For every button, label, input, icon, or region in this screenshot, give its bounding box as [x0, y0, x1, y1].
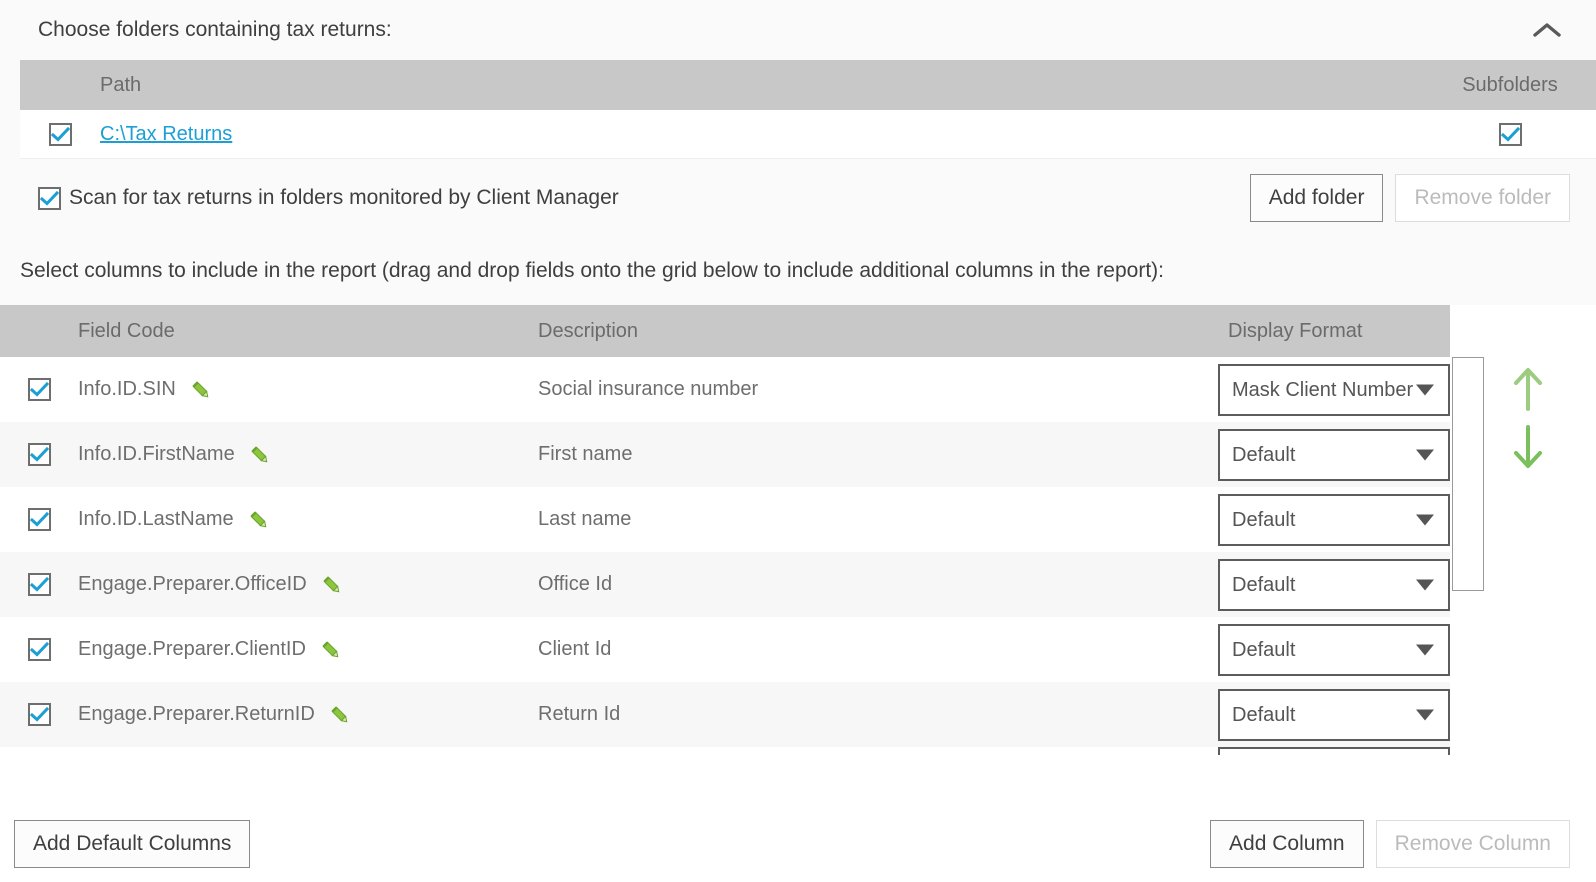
columns-grid-scrollbar[interactable]	[1452, 357, 1484, 755]
edit-pencil-icon[interactable]	[320, 639, 342, 661]
field-code-label: Info.ID.FirstName	[78, 443, 235, 465]
field-code-cell: Info.ID.FirstName	[78, 443, 538, 466]
remove-column-button[interactable]: Remove Column	[1375, 820, 1570, 868]
field-code-label: Engage.Preparer.OfficeID	[78, 573, 307, 595]
edit-pencil-icon[interactable]	[249, 444, 271, 466]
folders-table-row[interactable]: C:\Tax Returns	[20, 110, 1596, 159]
folders-section-title: Choose folders containing tax returns:	[38, 18, 392, 41]
field-code-cell: Engage.Preparer.ClientID	[78, 638, 538, 661]
row-checkbox-cell	[0, 703, 78, 726]
column-include-checkbox[interactable]	[27, 378, 51, 401]
scan-checkbox-group[interactable]: Scan for tax returns in folders monitore…	[38, 186, 1250, 210]
add-column-button[interactable]: Add Column	[1210, 820, 1364, 868]
columns-grid: Field Code Description Display Format In…	[0, 305, 1450, 755]
column-include-checkbox[interactable]	[27, 573, 51, 596]
description-cell: Social insurance number	[538, 378, 759, 400]
columns-header-description: Description	[538, 319, 639, 342]
display-format-cell: Mask Client Number	[1218, 363, 1450, 416]
row-checkbox-cell	[0, 508, 78, 531]
edit-pencil-icon[interactable]	[248, 509, 270, 531]
display-format-select[interactable]: Default	[1218, 623, 1450, 676]
table-row[interactable]: Engage.Preparer.ClientID Client Id Defau…	[0, 617, 1450, 682]
display-format-select[interactable]: Default	[1218, 428, 1450, 481]
folders-grid: Path Subfolders C:\Tax Returns	[20, 60, 1596, 159]
table-row[interactable]: Info.ID.FirstName First name Default	[0, 422, 1450, 487]
display-format-cell: Default	[1218, 688, 1450, 741]
description-cell: Last name	[538, 508, 632, 530]
row-checkbox-cell	[0, 573, 78, 596]
edit-pencil-icon[interactable]	[329, 704, 351, 726]
table-row[interactable]: Info.ID.SIN Social insurance number Mask…	[0, 357, 1450, 422]
folders-section-header: Choose folders containing tax returns:	[0, 0, 1596, 60]
display-format-select[interactable]: Default	[1218, 493, 1450, 546]
column-include-checkbox[interactable]	[27, 443, 51, 466]
field-code-cell: Engage.Preparer.OfficeID	[78, 573, 538, 596]
field-code-cell: Info.ID.LastName	[78, 508, 538, 531]
folder-subfolders-checkbox[interactable]	[1498, 122, 1522, 146]
row-checkbox-cell	[0, 638, 78, 661]
field-code-label: Engage.Preparer.ReturnID	[78, 703, 315, 725]
display-format-cell	[1218, 747, 1450, 755]
column-include-checkbox[interactable]	[27, 703, 51, 726]
add-default-columns-button[interactable]: Add Default Columns	[14, 820, 251, 868]
folders-section: Choose folders containing tax returns: P…	[0, 0, 1596, 237]
display-format-cell: Default	[1218, 493, 1450, 546]
display-format-select[interactable]: Default	[1218, 558, 1450, 611]
chevron-up-icon[interactable]	[1524, 10, 1570, 50]
table-row[interactable]: Engage.Preparer.ReturnID Return Id Defau…	[0, 682, 1450, 747]
arrow-up-icon[interactable]	[1511, 365, 1545, 411]
column-include-checkbox[interactable]	[27, 508, 51, 531]
column-include-checkbox[interactable]	[27, 638, 51, 661]
folder-subfolders-cell	[1424, 122, 1596, 146]
folders-header-path: Path	[100, 73, 142, 96]
columns-header-field-code: Field Code	[78, 319, 175, 342]
field-code-label: Engage.Preparer.ClientID	[78, 638, 306, 660]
field-code-cell: Engage.Preparer.ReturnID	[78, 703, 538, 726]
columns-footer-toolbar: Add Default Columns Add Column Remove Co…	[0, 806, 1596, 882]
scan-client-manager-label: Scan for tax returns in folders monitore…	[69, 186, 619, 209]
table-row[interactable]: Info.ID.LastName Last name Default	[0, 487, 1450, 552]
table-row-partial[interactable]	[0, 747, 1450, 755]
folder-include-checkbox[interactable]	[48, 122, 72, 146]
row-checkbox-cell	[0, 378, 78, 401]
field-code-label: Info.ID.LastName	[78, 508, 234, 530]
display-format-cell: Default	[1218, 623, 1450, 676]
folders-grid-header: Path Subfolders	[20, 60, 1596, 110]
columns-header-display-format: Display Format	[1228, 319, 1363, 342]
arrow-down-icon[interactable]	[1511, 425, 1545, 471]
remove-folder-button[interactable]: Remove folder	[1395, 174, 1570, 222]
description-cell: Office Id	[538, 573, 613, 595]
folder-path-cell: C:\Tax Returns	[100, 123, 1424, 146]
row-checkbox-cell	[0, 443, 78, 466]
table-row[interactable]: Engage.Preparer.OfficeID Office Id Defau…	[0, 552, 1450, 617]
reorder-controls	[1498, 365, 1558, 471]
folder-path-link[interactable]: C:\Tax Returns	[100, 123, 232, 145]
scan-options-row: Scan for tax returns in folders monitore…	[0, 159, 1596, 237]
columns-grid-header: Field Code Description Display Format	[0, 305, 1450, 357]
add-folder-button[interactable]: Add folder	[1249, 174, 1384, 222]
description-cell: Return Id	[538, 703, 621, 725]
columns-section: Field Code Description Display Format In…	[0, 305, 1596, 755]
edit-pencil-icon[interactable]	[190, 379, 212, 401]
field-code-cell: Info.ID.SIN	[78, 378, 538, 401]
columns-instruction-text: Select columns to include in the report …	[0, 237, 1596, 305]
folders-header-subfolders: Subfolders	[1462, 73, 1558, 96]
folder-row-checkbox-cell	[20, 122, 100, 146]
scan-client-manager-checkbox[interactable]	[38, 186, 61, 210]
display-format-cell: Default	[1218, 558, 1450, 611]
display-format-cell: Default	[1218, 428, 1450, 481]
display-format-select[interactable]: Default	[1218, 688, 1450, 741]
display-format-select[interactable]	[1218, 747, 1450, 755]
field-code-label: Info.ID.SIN	[78, 378, 176, 400]
scrollbar-thumb[interactable]	[1452, 357, 1484, 591]
display-format-select[interactable]: Mask Client Number	[1218, 363, 1450, 416]
description-cell: Client Id	[538, 638, 612, 660]
edit-pencil-icon[interactable]	[321, 574, 343, 596]
description-cell: First name	[538, 443, 633, 465]
